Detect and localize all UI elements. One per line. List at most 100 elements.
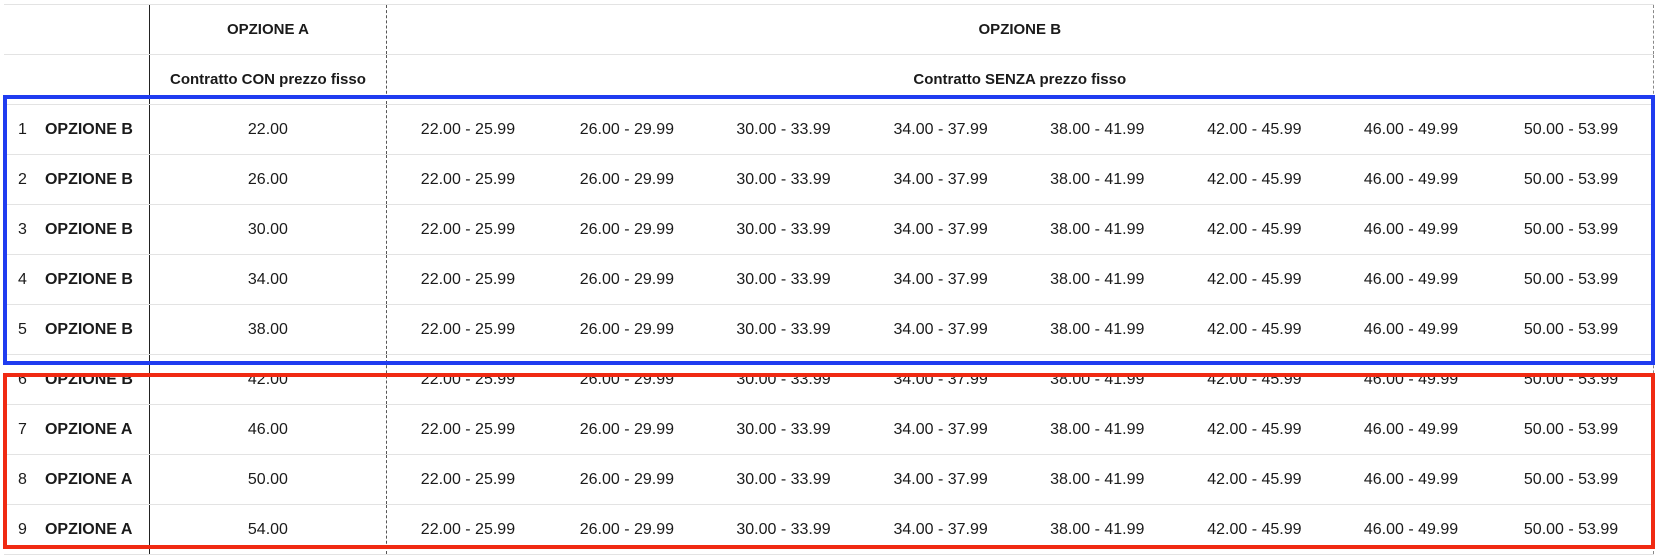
row-option-label: OPZIONE B bbox=[40, 354, 150, 405]
price-range-cell: 46.00 - 49.99 bbox=[1332, 204, 1490, 255]
price-range-cell: 26.00 - 29.99 bbox=[549, 104, 705, 155]
price-range-cell: 26.00 - 29.99 bbox=[549, 204, 705, 255]
header-option-b: OPZIONE B bbox=[385, 4, 1655, 55]
fixed-price-cell: 38.00 bbox=[149, 304, 387, 355]
price-range-cell: 30.00 - 33.99 bbox=[704, 454, 863, 505]
price-range-cell: 46.00 - 49.99 bbox=[1332, 504, 1490, 555]
price-range-cell: 42.00 - 45.99 bbox=[1175, 254, 1333, 305]
price-range-cell: 46.00 - 49.99 bbox=[1332, 104, 1490, 155]
table-row: 7 OPZIONE A 46.00 22.00 - 25.99 26.00 - 29.9… bbox=[4, 404, 1655, 455]
price-range-cell: 38.00 - 41.99 bbox=[1018, 254, 1176, 305]
row-option-label: OPZIONE A bbox=[40, 404, 150, 455]
price-range-cell: 46.00 - 49.99 bbox=[1332, 154, 1490, 205]
row-number: 9 bbox=[4, 504, 41, 555]
row-number: 8 bbox=[4, 454, 41, 505]
price-range-cell: 50.00 - 53.99 bbox=[1489, 254, 1655, 305]
price-range-cell: 26.00 - 29.99 bbox=[549, 454, 705, 505]
price-range-cell: 46.00 - 49.99 bbox=[1332, 304, 1490, 355]
row-option-label: OPZIONE B bbox=[40, 204, 150, 255]
price-range-cell: 38.00 - 41.99 bbox=[1018, 404, 1176, 455]
row-number: 6 bbox=[4, 354, 41, 405]
price-range-cell: 22.00 - 25.99 bbox=[385, 104, 550, 155]
fixed-price-cell: 54.00 bbox=[149, 504, 387, 555]
table-row: 1 OPZIONE B 22.00 22.00 - 25.99 26.00 - 29.9… bbox=[4, 104, 1655, 155]
row-option-label: OPZIONE A bbox=[40, 504, 150, 555]
price-range-cell: 22.00 - 25.99 bbox=[385, 354, 550, 405]
price-range-cell: 42.00 - 45.99 bbox=[1175, 104, 1333, 155]
header-empty-cell bbox=[4, 54, 150, 105]
price-range-cell: 30.00 - 33.99 bbox=[704, 254, 863, 305]
table-row: 8 OPZIONE A 50.00 22.00 - 25.99 26.00 - 29.9… bbox=[4, 454, 1655, 505]
price-range-cell: 50.00 - 53.99 bbox=[1489, 504, 1655, 555]
price-range-cell: 38.00 - 41.99 bbox=[1018, 154, 1176, 205]
price-range-cell: 34.00 - 37.99 bbox=[862, 354, 1019, 405]
price-range-cell: 22.00 - 25.99 bbox=[385, 204, 550, 255]
price-range-cell: 38.00 - 41.99 bbox=[1018, 454, 1176, 505]
price-range-cell: 38.00 - 41.99 bbox=[1018, 354, 1176, 405]
row-option-label: OPZIONE B bbox=[40, 154, 150, 205]
price-range-cell: 34.00 - 37.99 bbox=[862, 404, 1019, 455]
pricing-table: OPZIONE A OPZIONE B Contratto CON prezzo… bbox=[4, 4, 1655, 555]
header-fixed-price-contract: Contratto CON prezzo fisso bbox=[149, 54, 387, 105]
price-range-cell: 38.00 - 41.99 bbox=[1018, 304, 1176, 355]
pricing-table-container: OPZIONE A OPZIONE B Contratto CON prezzo… bbox=[4, 4, 1655, 555]
row-number: 5 bbox=[4, 304, 41, 355]
price-range-cell: 30.00 - 33.99 bbox=[704, 104, 863, 155]
price-range-cell: 34.00 - 37.99 bbox=[862, 254, 1019, 305]
price-range-cell: 42.00 - 45.99 bbox=[1175, 354, 1333, 405]
table-row: 6 OPZIONE B 42.00 22.00 - 25.99 26.00 - 29.9… bbox=[4, 354, 1655, 405]
fixed-price-cell: 26.00 bbox=[149, 154, 387, 205]
price-range-cell: 30.00 - 33.99 bbox=[704, 504, 863, 555]
header-row-subtitles: Contratto CON prezzo fisso Contratto SEN… bbox=[4, 54, 1655, 105]
price-range-cell: 22.00 - 25.99 bbox=[385, 154, 550, 205]
price-range-cell: 50.00 - 53.99 bbox=[1489, 204, 1655, 255]
price-range-cell: 22.00 - 25.99 bbox=[385, 454, 550, 505]
price-range-cell: 30.00 - 33.99 bbox=[704, 304, 863, 355]
price-range-cell: 50.00 - 53.99 bbox=[1489, 354, 1655, 405]
price-range-cell: 34.00 - 37.99 bbox=[862, 104, 1019, 155]
price-range-cell: 30.00 - 33.99 bbox=[704, 154, 863, 205]
fixed-price-cell: 50.00 bbox=[149, 454, 387, 505]
table-row: 4 OPZIONE B 34.00 22.00 - 25.99 26.00 - 29.9… bbox=[4, 254, 1655, 305]
price-range-cell: 42.00 - 45.99 bbox=[1175, 404, 1333, 455]
header-empty-cell bbox=[4, 4, 150, 55]
row-number: 3 bbox=[4, 204, 41, 255]
price-range-cell: 50.00 - 53.99 bbox=[1489, 104, 1655, 155]
price-range-cell: 46.00 - 49.99 bbox=[1332, 454, 1490, 505]
price-range-cell: 22.00 - 25.99 bbox=[385, 304, 550, 355]
row-number: 4 bbox=[4, 254, 41, 305]
header-option-a: OPZIONE A bbox=[149, 4, 387, 55]
price-range-cell: 42.00 - 45.99 bbox=[1175, 454, 1333, 505]
price-range-cell: 26.00 - 29.99 bbox=[549, 504, 705, 555]
price-range-cell: 34.00 - 37.99 bbox=[862, 504, 1019, 555]
price-range-cell: 22.00 - 25.99 bbox=[385, 404, 550, 455]
price-range-cell: 26.00 - 29.99 bbox=[549, 304, 705, 355]
fixed-price-cell: 46.00 bbox=[149, 404, 387, 455]
price-range-cell: 50.00 - 53.99 bbox=[1489, 404, 1655, 455]
fixed-price-cell: 42.00 bbox=[149, 354, 387, 405]
table-row: 3 OPZIONE B 30.00 22.00 - 25.99 26.00 - 29.9… bbox=[4, 204, 1655, 255]
price-range-cell: 22.00 - 25.99 bbox=[385, 504, 550, 555]
price-range-cell: 34.00 - 37.99 bbox=[862, 454, 1019, 505]
fixed-price-cell: 34.00 bbox=[149, 254, 387, 305]
table-row: 5 OPZIONE B 38.00 22.00 - 25.99 26.00 - 29.9… bbox=[4, 304, 1655, 355]
table-row: 2 OPZIONE B 26.00 22.00 - 25.99 26.00 - 29.9… bbox=[4, 154, 1655, 205]
price-range-cell: 50.00 - 53.99 bbox=[1489, 304, 1655, 355]
price-range-cell: 30.00 - 33.99 bbox=[704, 204, 863, 255]
price-range-cell: 34.00 - 37.99 bbox=[862, 304, 1019, 355]
price-range-cell: 34.00 - 37.99 bbox=[862, 204, 1019, 255]
price-range-cell: 30.00 - 33.99 bbox=[704, 404, 863, 455]
table-row: 9 OPZIONE A 54.00 22.00 - 25.99 26.00 - 29.9… bbox=[4, 504, 1655, 555]
row-option-label: OPZIONE B bbox=[40, 304, 150, 355]
price-range-cell: 46.00 - 49.99 bbox=[1332, 254, 1490, 305]
price-range-cell: 26.00 - 29.99 bbox=[549, 354, 705, 405]
price-range-cell: 34.00 - 37.99 bbox=[862, 154, 1019, 205]
price-range-cell: 38.00 - 41.99 bbox=[1018, 104, 1176, 155]
row-number: 7 bbox=[4, 404, 41, 455]
header-row-groups: OPZIONE A OPZIONE B bbox=[4, 4, 1655, 55]
row-option-label: OPZIONE B bbox=[40, 254, 150, 305]
header-variable-price-contract: Contratto SENZA prezzo fisso bbox=[385, 54, 1655, 105]
price-range-cell: 42.00 - 45.99 bbox=[1175, 204, 1333, 255]
price-range-cell: 26.00 - 29.99 bbox=[549, 154, 705, 205]
price-range-cell: 50.00 - 53.99 bbox=[1489, 454, 1655, 505]
